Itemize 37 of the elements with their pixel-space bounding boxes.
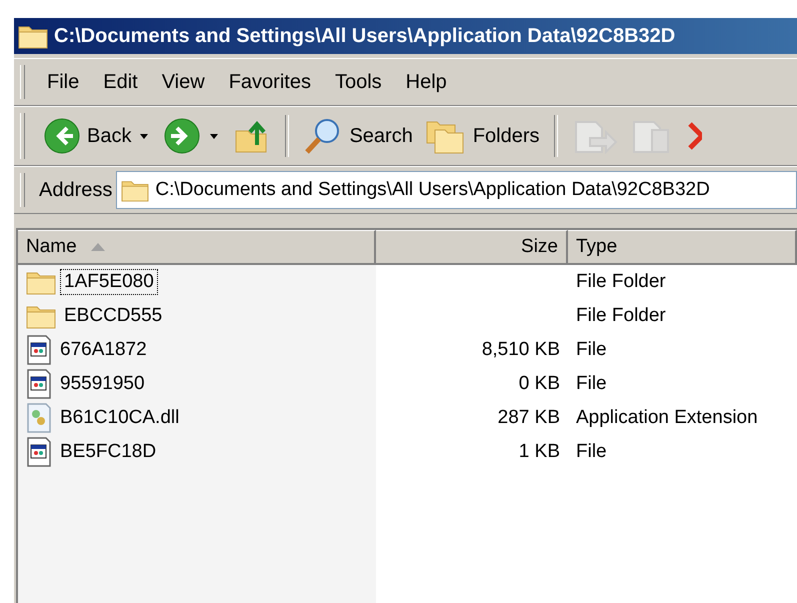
file-name[interactable]: 95591950: [56, 371, 149, 397]
file-name[interactable]: B61C10CA.dll: [56, 405, 184, 431]
file-type: Application Extension: [576, 407, 758, 429]
file-size: 8,510 KB: [482, 339, 560, 361]
file-type: File: [576, 373, 607, 395]
column-header[interactable]: Size: [376, 230, 568, 265]
menu-item[interactable]: Favorites: [216, 70, 323, 94]
address-label: Address: [39, 178, 112, 202]
folders-button[interactable]: Folders: [420, 116, 544, 156]
folder-icon: [121, 178, 150, 202]
sort-arrow-icon: [90, 243, 105, 251]
file-name[interactable]: BE5FC18D: [56, 439, 160, 465]
file-icon: [26, 437, 52, 467]
file-type: File Folder: [576, 305, 666, 327]
window-title: C:\Documents and Settings\All Users\Application Data\92C8B32D: [54, 24, 676, 48]
file-type: File: [576, 339, 607, 361]
file-icon: [26, 335, 52, 365]
menu-item[interactable]: Help: [394, 70, 459, 94]
file-icon: [26, 369, 52, 399]
file-type: File Folder: [576, 271, 666, 293]
file-name[interactable]: 1AF5E080: [60, 269, 158, 295]
dll-file-icon: [26, 403, 52, 433]
menu-item[interactable]: File: [35, 70, 92, 94]
file-type: File: [576, 441, 607, 463]
file-name[interactable]: EBCCD555: [60, 303, 166, 329]
menu-item[interactable]: View: [150, 70, 217, 94]
menu-item[interactable]: Tools: [322, 70, 394, 94]
file-size: 0 KB: [518, 373, 560, 395]
search-button[interactable]: Search: [299, 116, 417, 156]
column-header[interactable]: Type: [568, 230, 797, 265]
file-size: 287 KB: [498, 407, 560, 429]
file-size: 1 KB: [518, 441, 560, 463]
column-header[interactable]: Name: [18, 230, 376, 265]
back-button[interactable]: Back: [39, 117, 156, 155]
address-field[interactable]: C:\Documents and Settings\All Users\Application Data\92C8B32D: [116, 171, 797, 209]
menu-item[interactable]: Edit: [91, 70, 150, 94]
file-name[interactable]: 676A1872: [56, 337, 151, 363]
